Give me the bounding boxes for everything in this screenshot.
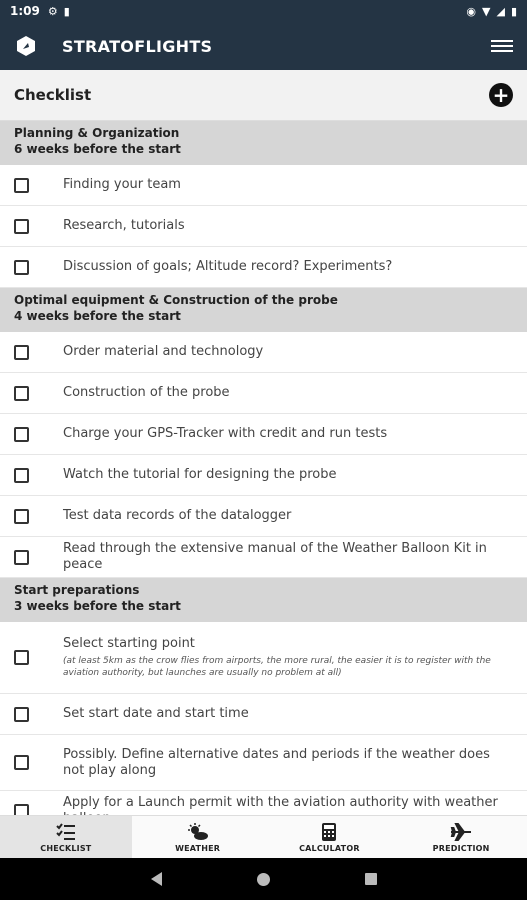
tab-prediction-label: PREDICTION xyxy=(432,843,490,853)
section-title: Planning & Organization xyxy=(14,126,180,140)
checkbox[interactable] xyxy=(14,706,29,722)
signal-status-icon: ◢ xyxy=(496,4,505,18)
item-label: Test data records of the datalogger xyxy=(63,508,292,523)
checkbox[interactable] xyxy=(14,467,29,483)
tab-prediction[interactable]: PREDICTION xyxy=(395,816,527,858)
item-label: Set start date and start time xyxy=(63,706,249,721)
list-item[interactable]: Charge your GPS-Tracker with credit and … xyxy=(0,414,527,455)
checkbox[interactable] xyxy=(14,177,29,193)
list-item[interactable]: Possibly. Define alternative dates and p… xyxy=(0,735,527,791)
checkbox[interactable] xyxy=(14,755,29,770)
checkbox[interactable] xyxy=(14,508,29,524)
item-label: Read through the extensive manual of the… xyxy=(63,541,487,572)
section-subtitle: 6 weeks before the start xyxy=(14,142,181,156)
recent-apps-icon[interactable] xyxy=(364,873,377,885)
item-label: Charge your GPS-Tracker with credit and … xyxy=(63,426,388,441)
tab-checklist-label: CHECKLIST xyxy=(40,843,92,853)
location-status-icon: ◉ xyxy=(466,4,476,18)
list-item[interactable]: Discussion of goals; Altitude record? Ex… xyxy=(0,247,527,288)
settings-status-icon: ⚙ xyxy=(47,4,58,18)
item-label: Research, tutorials xyxy=(63,218,185,233)
section-header: Optimal equipment & Construction of the … xyxy=(0,288,527,332)
bottom-navigation: CHECKLIST WEATHER CALCULATOR PREDICTION xyxy=(0,815,527,858)
checklist-icon xyxy=(56,822,75,840)
checklist-header: Checklist + xyxy=(0,70,527,121)
section-header: Planning & Organization 6 weeks before t… xyxy=(0,121,527,165)
list-item[interactable]: Watch the tutorial for designing the pro… xyxy=(0,455,527,496)
tab-weather[interactable]: WEATHER xyxy=(132,816,264,858)
checkbox[interactable] xyxy=(14,385,29,401)
list-item[interactable]: Order material and technology xyxy=(0,332,527,373)
status-time: 1:09 xyxy=(10,4,40,18)
home-icon[interactable] xyxy=(256,872,270,886)
app-title: STRATOFLIGHTS xyxy=(62,36,213,56)
item-label: Watch the tutorial for designing the pro… xyxy=(63,467,337,482)
battery-status-icon: ▮ xyxy=(510,4,517,18)
list-item[interactable]: Read through the extensive manual of the… xyxy=(0,537,527,578)
airplane-icon xyxy=(450,822,472,841)
app-logo-icon xyxy=(17,36,35,56)
section-subtitle: 4 weeks before the start xyxy=(14,309,181,323)
checkbox[interactable] xyxy=(14,650,29,665)
item-label: Discussion of goals; Altitude record? Ex… xyxy=(63,259,393,274)
tab-weather-label: WEATHER xyxy=(175,843,221,853)
checkbox[interactable] xyxy=(14,344,29,360)
section-title: Optimal equipment & Construction of the … xyxy=(14,293,338,307)
back-icon[interactable] xyxy=(150,872,162,886)
section-title: Start preparations xyxy=(14,583,140,597)
item-note: (at least 5km as the crow flies from air… xyxy=(63,656,491,678)
item-label: Order material and technology xyxy=(63,344,264,359)
hamburger-menu-icon[interactable] xyxy=(491,37,513,55)
checklist-list: Planning & Organization 6 weeks before t… xyxy=(0,121,527,815)
list-item[interactable]: Apply for a Launch permit with the aviat… xyxy=(0,791,527,815)
item-label: Select starting point xyxy=(63,636,195,651)
section-header: Start preparations 3 weeks before the st… xyxy=(0,578,527,622)
checkbox[interactable] xyxy=(14,549,29,565)
item-label: Finding your team xyxy=(63,177,181,192)
checkbox[interactable] xyxy=(14,426,29,442)
system-navigation-bar xyxy=(0,858,527,900)
list-item[interactable]: Select starting point (at least 5km as t… xyxy=(0,622,527,694)
section-subtitle: 3 weeks before the start xyxy=(14,599,181,613)
page-title: Checklist xyxy=(14,86,92,104)
checkbox[interactable] xyxy=(14,259,29,275)
checkbox[interactable] xyxy=(14,218,29,234)
app-bar: STRATOFLIGHTS xyxy=(0,22,527,70)
weather-icon xyxy=(187,822,208,840)
status-bar: 1:09 ⚙ ▮ ◉ ▼ ◢ ▮ xyxy=(0,0,527,22)
wifi-status-icon: ▼ xyxy=(482,4,491,18)
list-item[interactable]: Construction of the probe xyxy=(0,373,527,414)
calculator-icon xyxy=(322,822,337,841)
checkbox[interactable] xyxy=(14,803,29,815)
tab-calculator[interactable]: CALCULATOR xyxy=(264,816,396,858)
item-label: Apply for a Launch permit with the aviat… xyxy=(63,795,498,815)
sd-card-status-icon: ▮ xyxy=(63,4,70,18)
list-item[interactable]: Test data records of the datalogger xyxy=(0,496,527,537)
list-item[interactable]: Finding your team xyxy=(0,165,527,206)
add-item-button[interactable]: + xyxy=(489,83,513,107)
item-label: Possibly. Define alternative dates and p… xyxy=(63,746,490,778)
tab-calculator-label: CALCULATOR xyxy=(299,843,360,853)
list-item[interactable]: Research, tutorials xyxy=(0,206,527,247)
item-label: Construction of the probe xyxy=(63,385,230,400)
list-item[interactable]: Set start date and start time xyxy=(0,694,527,735)
tab-checklist[interactable]: CHECKLIST xyxy=(0,816,132,858)
